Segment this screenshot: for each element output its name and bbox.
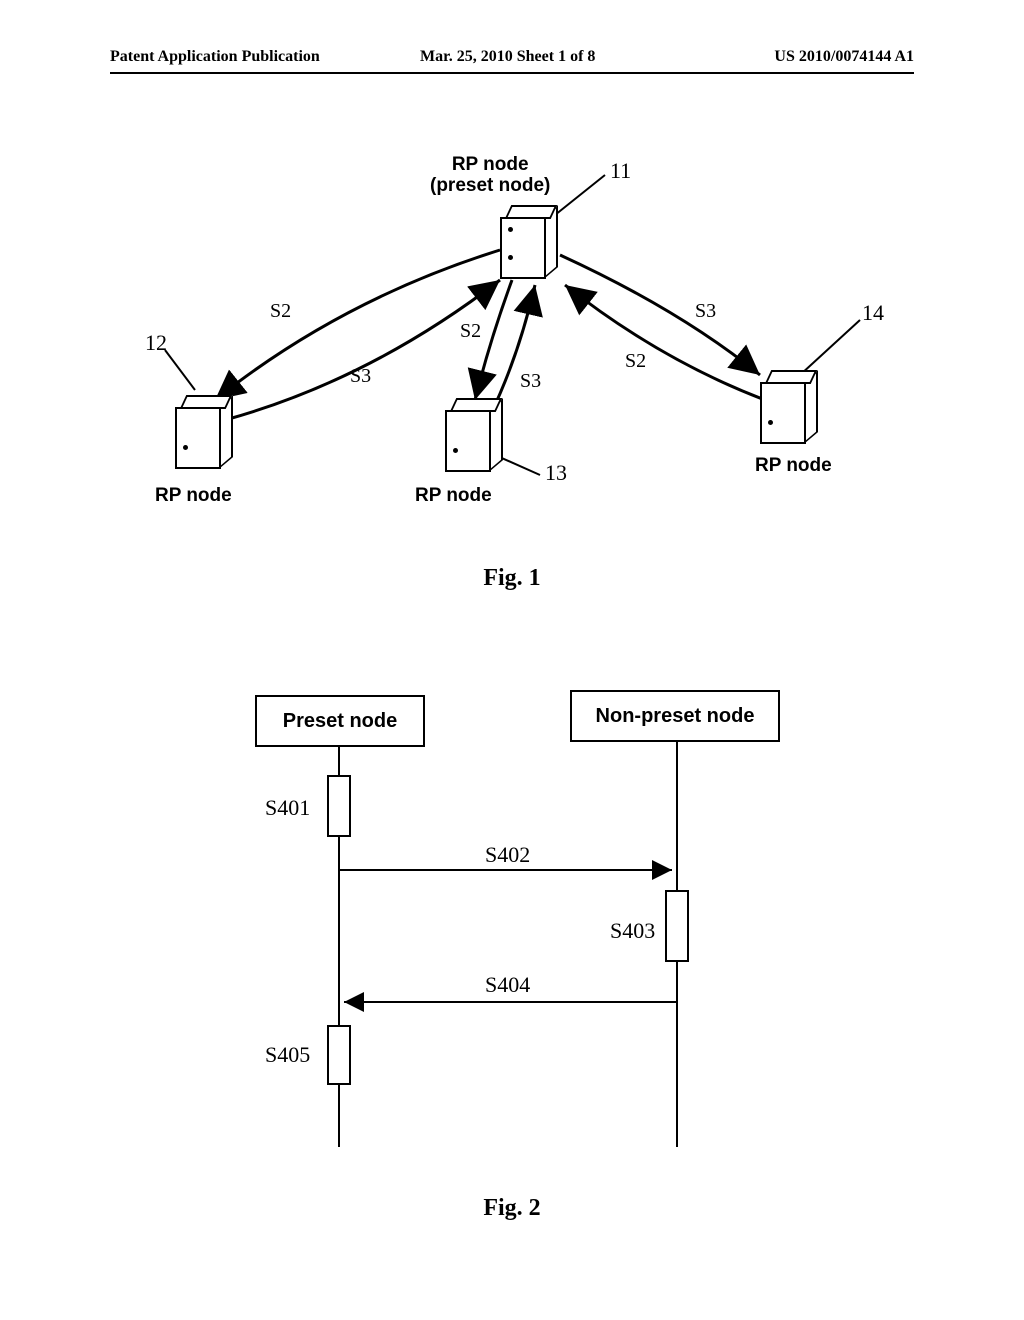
step-s403: S403 [610,918,655,944]
step-s404: S404 [485,972,530,998]
fig2-caption: Fig. 2 [483,1195,540,1222]
fig2-svg [0,0,1024,1320]
step-s402: S402 [485,842,530,868]
step-s401: S401 [265,795,310,821]
step-s405: S405 [265,1042,310,1068]
